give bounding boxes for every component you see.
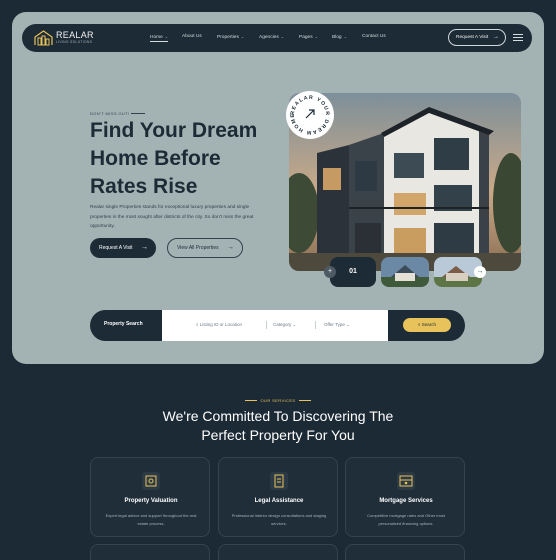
hero-title-line: Find Your Dream bbox=[90, 119, 258, 142]
hero-title: Find Your Dream Home Before Rates Rise bbox=[90, 117, 290, 201]
hero-title-line: Home Before bbox=[90, 147, 221, 170]
logo-name: REALAR bbox=[56, 30, 94, 40]
services-eyebrow: OUR SERVICES bbox=[0, 398, 556, 403]
svg-text:REALAR YOUR DREAM HOME: REALAR YOUR DREAM HOME bbox=[290, 95, 330, 135]
service-card-legal-assistance[interactable]: Legal Assistance Professional interior d… bbox=[218, 457, 338, 537]
card-title: Property Valuation bbox=[124, 498, 178, 504]
view-all-properties-button[interactable]: View All Properties → bbox=[167, 238, 243, 258]
search-fields: ⌕ Listing ID or Location Category ⌄ Offe… bbox=[162, 310, 388, 341]
card-title: Legal Assistance bbox=[254, 498, 304, 504]
nav-item-pages[interactable]: Pages ⌄ bbox=[299, 34, 318, 40]
button-label: View All Properties bbox=[177, 245, 219, 251]
slider-thumbnails: 01 + → bbox=[324, 257, 486, 287]
hero-description: Realar single Properties stands for exce… bbox=[90, 205, 254, 229]
chevron-down-icon: ⌄ bbox=[314, 34, 318, 39]
nav-item-home[interactable]: Home ⌄ bbox=[150, 34, 169, 42]
service-card-mortgage-services[interactable]: Mortgage Services Competitive mortgage r… bbox=[345, 457, 465, 537]
services-title: We're Committed To Discovering The Perfe… bbox=[78, 407, 478, 445]
request-visit-button[interactable]: Request A Visit → bbox=[448, 29, 506, 46]
slider-prev-icon[interactable]: + bbox=[324, 266, 336, 278]
services-title-line: We're Committed To Discovering The bbox=[162, 408, 394, 424]
mortgage-icon bbox=[397, 472, 415, 490]
service-card[interactable] bbox=[90, 544, 210, 560]
service-card-property-valuation[interactable]: Property Valuation Expert legal advice a… bbox=[90, 457, 210, 537]
divider bbox=[131, 113, 145, 114]
chevron-down-icon: ⌄ bbox=[280, 34, 285, 39]
property-search-bar: Property Search ⌕ Listing ID or Location… bbox=[90, 310, 465, 341]
slider-thumbnail[interactable] bbox=[381, 257, 429, 287]
button-label: Request A Visit bbox=[99, 245, 133, 251]
card-title: Mortgage Services bbox=[379, 498, 433, 504]
top-navbar: REALAR LIVING SOLUTIONS Home ⌄ About Us P… bbox=[22, 24, 532, 52]
dream-home-badge: REALAR YOUR DREAM HOME bbox=[286, 91, 334, 139]
logo-tagline: LIVING SOLUTIONS bbox=[56, 40, 93, 44]
chevron-down-icon: ⌄ bbox=[346, 322, 350, 327]
hero-title-line: Rates Rise bbox=[90, 175, 198, 198]
chevron-down-icon: ⌄ bbox=[164, 34, 169, 39]
request-visit-hero-button[interactable]: Request A Visit → bbox=[90, 238, 156, 258]
chevron-down-icon: ⌄ bbox=[343, 34, 347, 39]
divider bbox=[315, 321, 316, 329]
card-description: Competitive mortgage rates and Other mos… bbox=[367, 513, 445, 526]
arrow-right-icon: → bbox=[493, 34, 499, 40]
arrow-right-icon: → bbox=[141, 244, 148, 251]
card-description: Professional interior design consultatio… bbox=[231, 513, 327, 526]
search-button[interactable]: ⌕ Search bbox=[403, 318, 451, 332]
valuation-icon bbox=[142, 472, 160, 490]
nav-item-contact-us[interactable]: Contact Us bbox=[362, 34, 386, 39]
slider-next-icon[interactable]: → bbox=[474, 266, 486, 278]
offer-type-select[interactable]: Offer Type ⌄ bbox=[324, 322, 350, 328]
nav-item-properties[interactable]: Properties ⌄ bbox=[217, 34, 244, 40]
badge-text: REALAR YOUR DREAM HOME bbox=[290, 95, 329, 135]
nav-item-blog[interactable]: Blog ⌄ bbox=[332, 34, 347, 40]
service-card[interactable] bbox=[218, 544, 338, 560]
card-description: Expert legal advice and support througho… bbox=[105, 513, 197, 526]
legal-document-icon bbox=[270, 472, 288, 490]
divider bbox=[266, 321, 267, 329]
services-title-line: Perfect Property For You bbox=[201, 427, 355, 443]
category-select[interactable]: Category ⌄ bbox=[273, 322, 296, 328]
property-search-label: Property Search bbox=[104, 321, 143, 327]
hero-eyebrow: DON'T MISS OUT! bbox=[90, 111, 130, 116]
nav-item-about-us[interactable]: About Us bbox=[182, 34, 202, 39]
listing-search-input[interactable]: ⌕ Listing ID or Location bbox=[196, 322, 242, 327]
request-visit-label: Request A Visit bbox=[456, 35, 489, 40]
logo[interactable]: REALAR LIVING SOLUTIONS bbox=[34, 29, 104, 47]
slide-number: 01 bbox=[330, 257, 376, 287]
service-card[interactable] bbox=[345, 544, 465, 560]
nav-item-agencies[interactable]: Agencies ⌄ bbox=[259, 34, 284, 40]
arrow-right-icon: → bbox=[227, 244, 234, 251]
hamburger-menu-icon[interactable] bbox=[513, 34, 523, 42]
logo-building-icon bbox=[34, 30, 53, 46]
chevron-down-icon: ⌄ bbox=[292, 322, 297, 327]
chevron-down-icon: ⌄ bbox=[240, 34, 245, 39]
